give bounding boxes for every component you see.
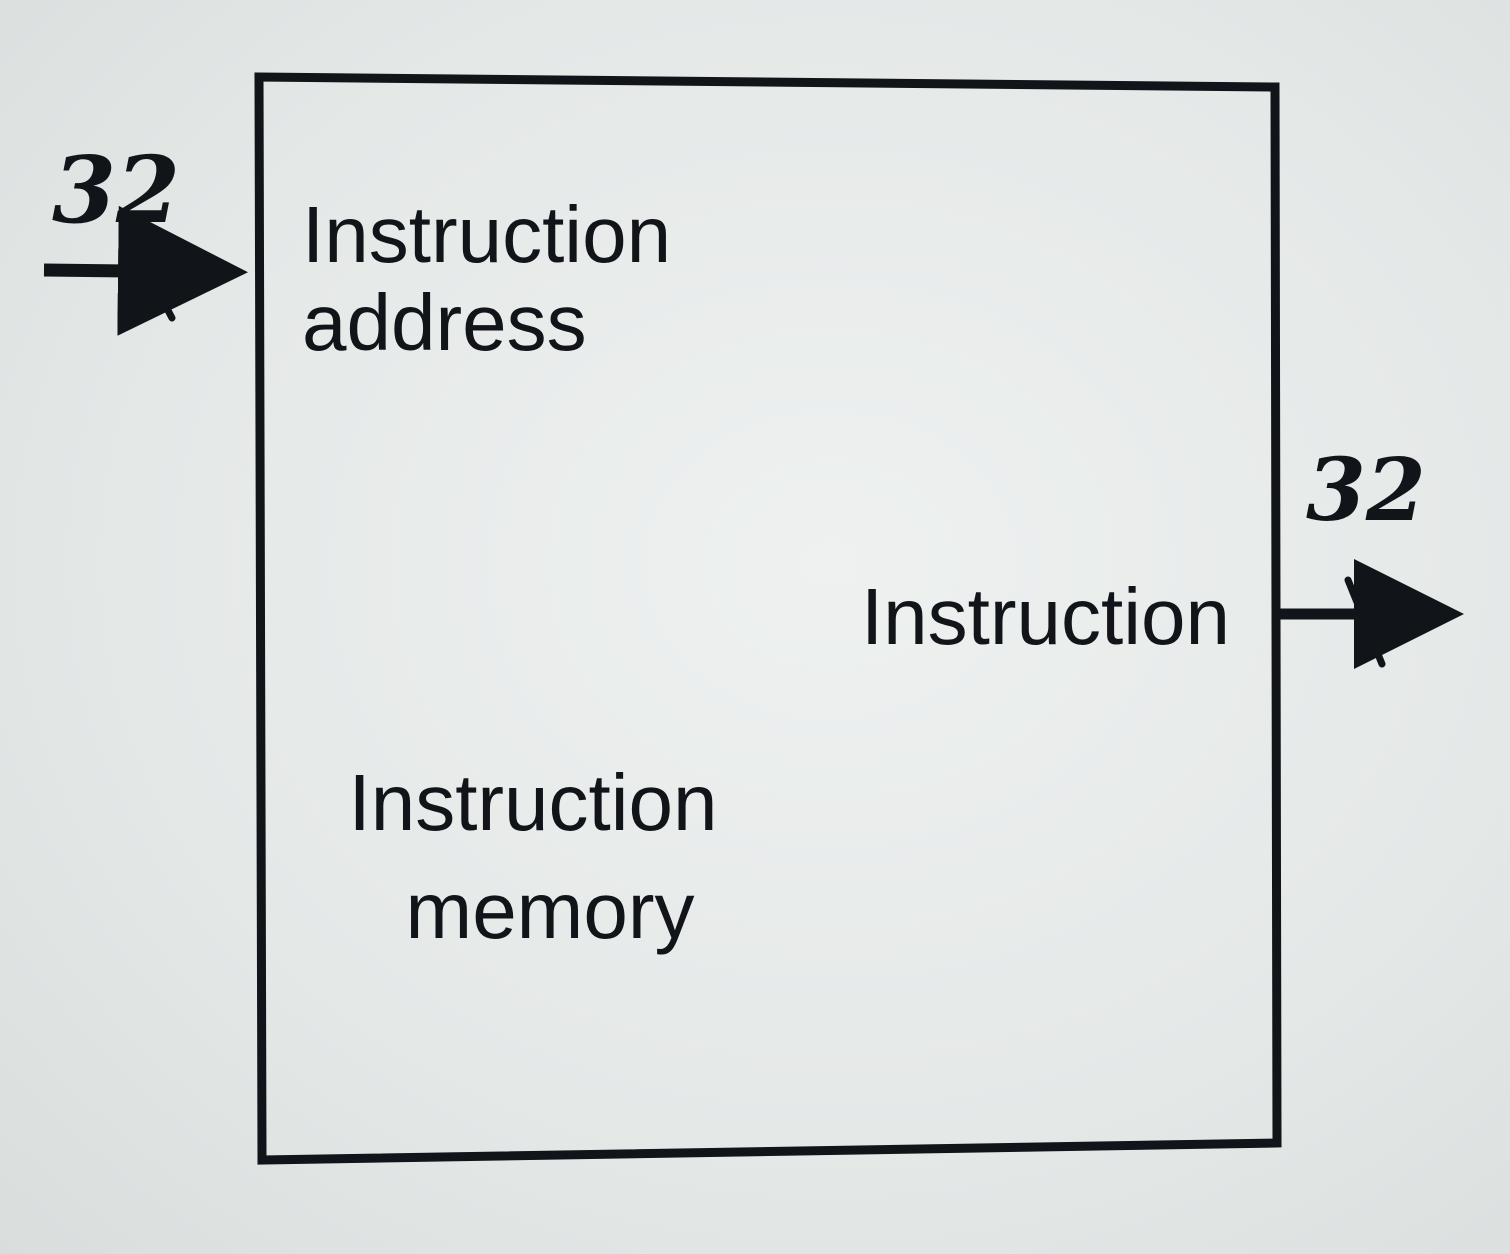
input-bus-arrow	[43, 205, 248, 336]
block-title-line1: Instruction	[348, 758, 717, 847]
output-bus-width: 32	[1306, 440, 1426, 541]
output-bus-slash	[1344, 576, 1386, 668]
input-bus-width: 32	[52, 136, 180, 244]
input-label-line2: address	[302, 278, 587, 367]
output-label: Instruction	[861, 572, 1230, 661]
input-label-line1: Instruction	[302, 190, 671, 279]
input-bus-slash	[126, 234, 176, 322]
paper-sheet: 32 32 Instruction address Instruction In…	[0, 0, 1510, 1254]
instruction-memory-diagram: 32 32 Instruction address Instruction In…	[43, 72, 1464, 1165]
block-title-line2: memory	[406, 866, 695, 955]
